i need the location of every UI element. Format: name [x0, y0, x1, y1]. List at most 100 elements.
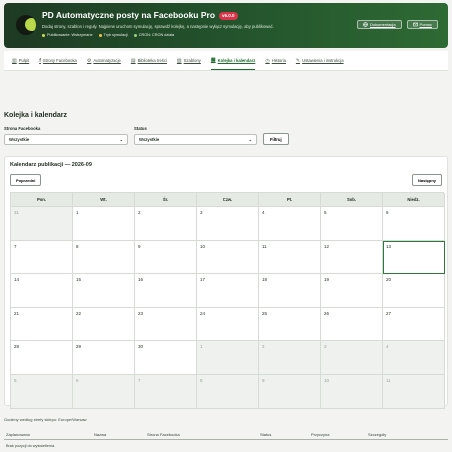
- status-badge-label: Publikowanie: Wstrzymane: [47, 33, 93, 37]
- calendar-day-today[interactable]: 13: [383, 240, 445, 275]
- tab-label: Biblioteka treści: [137, 58, 167, 63]
- tab-automations[interactable]: ⚙ Automatyzacje: [87, 51, 121, 70]
- calendar-day[interactable]: 19: [321, 274, 383, 308]
- facebook-page-select[interactable]: Wszystkie ⌄: [4, 134, 128, 145]
- calendar-day[interactable]: 16: [135, 274, 197, 308]
- calendar-day[interactable]: 22: [73, 307, 135, 342]
- calendar-day[interactable]: 27: [383, 307, 445, 342]
- calendar-day-number: 24: [200, 310, 206, 316]
- calendar-day[interactable]: 1: [73, 207, 135, 241]
- calendar-day[interactable]: 1: [197, 341, 259, 375]
- calendar-day[interactable]: 31: [11, 207, 73, 241]
- calendar-day[interactable]: 8: [197, 374, 259, 409]
- previous-month-button[interactable]: Poprzedni: [10, 174, 42, 186]
- tab-label: Automatyzacje: [93, 58, 121, 63]
- calendar-day-number: 30: [138, 344, 144, 350]
- calendar-day[interactable]: 11: [259, 240, 321, 275]
- tab-dashboard[interactable]: ▥ Pulpit: [12, 51, 29, 70]
- section-title: Kolejka i kalendarz: [4, 112, 68, 119]
- calendar-day-number: 5: [324, 210, 327, 215]
- version-badge: v6.0.0: [219, 11, 238, 20]
- column-header: Szczegóły: [368, 431, 387, 437]
- calendar-day[interactable]: 14: [11, 274, 73, 308]
- status-select[interactable]: Wszystkie ⌄: [134, 134, 257, 145]
- calendar-day[interactable]: 9: [135, 240, 197, 275]
- calendar-title: Kalendarz publikacji — 2026-09: [10, 162, 92, 168]
- status-badge-label: Tryb symulacji: [103, 33, 128, 37]
- calendar-day[interactable]: 2: [135, 207, 197, 241]
- calendar-day-number: 3: [324, 344, 327, 350]
- tab-label: Pulpit: [18, 58, 30, 63]
- calendar-day-number: 9: [138, 243, 141, 249]
- calendar-day[interactable]: 2: [259, 341, 321, 375]
- calendar-day[interactable]: 9: [259, 374, 321, 409]
- calendar-day[interactable]: 21: [11, 307, 73, 342]
- calendar-day[interactable]: 30: [135, 341, 197, 375]
- tab-settings[interactable]: ✎ Ustawienia i instrukcja: [296, 51, 344, 70]
- calendar-day[interactable]: 5: [321, 207, 383, 241]
- calendar-day[interactable]: 4: [383, 341, 445, 375]
- filter-page-label: Strona Facebooka: [4, 126, 41, 131]
- calendar-day-number: 22: [76, 310, 82, 316]
- calendar-day[interactable]: 23: [135, 307, 197, 342]
- calendar-day[interactable]: 26: [321, 307, 383, 342]
- calendar-day[interactable]: 7: [135, 374, 197, 409]
- next-month-button[interactable]: Następny: [411, 174, 442, 186]
- calendar-day[interactable]: 18: [259, 274, 321, 308]
- status-badge-simulation: Tryb symulacji: [98, 32, 128, 38]
- tab-facebook-pages[interactable]: f Strony Facebooka: [39, 51, 77, 70]
- calendar-day[interactable]: 25: [259, 307, 321, 342]
- calendar-day[interactable]: 11: [383, 374, 445, 409]
- calendar-day[interactable]: 8: [73, 240, 135, 275]
- automation-icon: ⚙: [86, 57, 92, 64]
- table-empty-message: Brak pozycji do wyświetlenia.: [6, 444, 56, 448]
- calendar-day[interactable]: 6: [383, 207, 445, 241]
- status-badges: Publikowanie: Wstrzymane Tryb symulacji …: [42, 32, 440, 38]
- calendar-day[interactable]: 24: [197, 307, 259, 342]
- queue-table: Zaplanowano Nazwa Strona Facebooka Statu…: [4, 429, 448, 452]
- calendar-day[interactable]: 7: [11, 240, 73, 275]
- filter-page-group: Strona Facebooka Wszystkie ⌄: [4, 126, 128, 145]
- history-icon: ◷: [265, 57, 270, 64]
- tab-queue-calendar[interactable]: ▦ Kolejka i kalendarz: [210, 51, 256, 70]
- calendar-day-number: 8: [76, 243, 79, 249]
- table-header: Zaplanowano Nazwa Strona Facebooka Statu…: [4, 429, 448, 440]
- documentation-button[interactable]: Dokumentacja: [356, 20, 402, 29]
- tab-history[interactable]: ◷ Historia: [265, 51, 286, 70]
- help-button[interactable]: Pomoc: [406, 20, 438, 29]
- calendar-day[interactable]: 10: [321, 374, 383, 409]
- calendar-day-number: 20: [386, 277, 392, 283]
- calendar-day[interactable]: 29: [73, 341, 135, 375]
- calendar-day[interactable]: 17: [197, 274, 259, 308]
- calendar-day-number: 28: [14, 344, 20, 350]
- column-header: Nazwa: [94, 431, 107, 437]
- calendar-day[interactable]: 28: [11, 341, 73, 375]
- calendar-day-number: 31: [14, 210, 20, 215]
- calendar-day[interactable]: 4: [259, 207, 321, 241]
- calendar-day-number: 19: [324, 277, 330, 283]
- calendar-day-number: 2: [262, 344, 265, 350]
- calendar-day-number: 16: [138, 277, 144, 283]
- tab-content-library[interactable]: ▤ Biblioteka treści: [131, 51, 167, 70]
- header-buttons: Dokumentacja Pomoc: [356, 20, 438, 29]
- filter-button[interactable]: Filtruj: [263, 133, 289, 145]
- calendar-day[interactable]: 10: [197, 240, 259, 275]
- status-dot-icon: [133, 33, 137, 37]
- weekday-header: Pon.: [11, 193, 73, 207]
- calendar-day[interactable]: 3: [321, 341, 383, 375]
- calendar-day[interactable]: 6: [73, 374, 135, 409]
- calendar-day[interactable]: 12: [321, 240, 383, 275]
- dashboard-icon: ▥: [12, 57, 17, 64]
- calendar-day-number: 6: [76, 377, 79, 383]
- tab-templates[interactable]: ▧ Szablony: [177, 51, 201, 70]
- calendar-day[interactable]: 5: [11, 374, 73, 409]
- calendar-day-number: 1: [76, 210, 79, 215]
- plugin-title: PD Automatyczne posty na Facebooku Pro: [42, 10, 216, 20]
- calendar-day-number: 23: [138, 310, 144, 316]
- calendar-day-number: 14: [14, 277, 20, 283]
- weekday-header: Niedz.: [383, 193, 445, 207]
- calendar-day-number: 15: [76, 277, 82, 283]
- calendar-day[interactable]: 20: [383, 274, 445, 308]
- calendar-day[interactable]: 3: [197, 207, 259, 241]
- calendar-day[interactable]: 15: [73, 274, 135, 308]
